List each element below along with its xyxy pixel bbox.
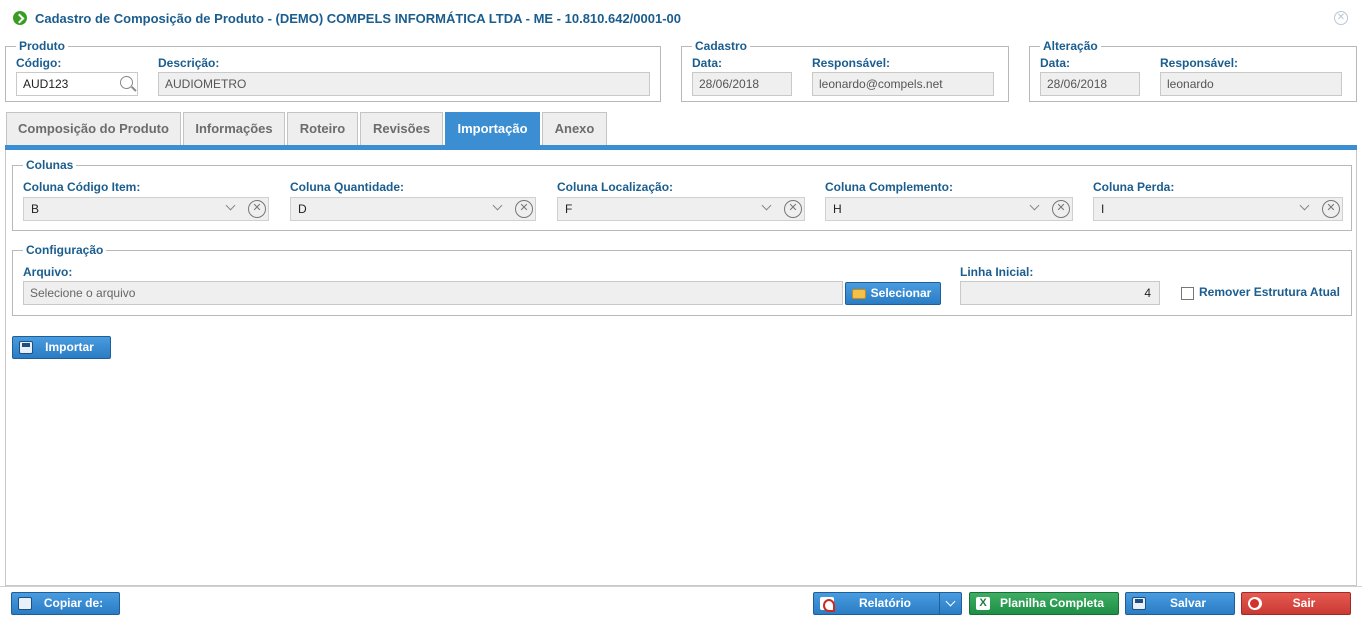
tab-importacao[interactable]: Importação bbox=[445, 112, 540, 145]
save-icon bbox=[19, 341, 33, 354]
importacao-panel: Colunas Coluna Código Item: B ✕ Coluna Q… bbox=[5, 150, 1357, 586]
tab-informacoes[interactable]: Informações bbox=[183, 112, 285, 145]
cadastro-group: Cadastro Data: 28/06/2018 Responsável: l… bbox=[681, 39, 1009, 102]
alteracao-data-label: Data: bbox=[1040, 56, 1071, 70]
coluna-complemento-select[interactable]: H ✕ bbox=[825, 197, 1073, 221]
linha-inicial-label: Linha Inicial: bbox=[960, 265, 1034, 279]
chevron-down-icon[interactable] bbox=[1029, 200, 1040, 211]
codigo-input[interactable]: AUD123 bbox=[16, 72, 138, 96]
copy-icon bbox=[18, 597, 32, 610]
planilha-completa-label: Planilha Completa bbox=[999, 596, 1105, 610]
clear-icon[interactable]: ✕ bbox=[248, 200, 266, 218]
window-titlebar: Cadastro de Composição de Produto - (DEM… bbox=[0, 0, 1362, 36]
copiar-de-button[interactable]: Copiar de: bbox=[11, 592, 120, 615]
chevron-down-icon[interactable] bbox=[492, 200, 503, 211]
importar-label: Importar bbox=[45, 340, 94, 354]
alteracao-group: Alteração Data: 28/06/2018 Responsável: … bbox=[1029, 39, 1357, 102]
coluna-complemento-label: Coluna Complemento: bbox=[825, 180, 953, 194]
produto-group: Produto Código: AUD123 Descrição: AUDIOM… bbox=[5, 39, 661, 102]
descricao-input[interactable]: AUDIOMETRO bbox=[158, 72, 650, 96]
sair-label: Sair bbox=[1292, 596, 1316, 610]
importar-button[interactable]: Importar bbox=[12, 336, 111, 359]
coluna-localizacao-label: Coluna Localização: bbox=[557, 180, 674, 194]
descricao-label: Descrição: bbox=[158, 56, 220, 70]
linha-inicial-input[interactable]: 4 bbox=[960, 281, 1160, 305]
arquivo-input[interactable]: Selecione o arquivo bbox=[23, 281, 843, 305]
coluna-localizacao-value: F bbox=[565, 202, 573, 216]
planilha-completa-button[interactable]: Planilha Completa bbox=[969, 592, 1119, 615]
colunas-group: Colunas Coluna Código Item: B ✕ Coluna Q… bbox=[12, 158, 1352, 231]
colunas-legend: Colunas bbox=[23, 158, 77, 172]
alteracao-responsavel-label: Responsável: bbox=[1160, 56, 1239, 70]
coluna-codigo-select[interactable]: B ✕ bbox=[23, 197, 269, 221]
remover-estrutura-checkbox[interactable] bbox=[1181, 287, 1194, 300]
coluna-codigo-label: Coluna Código Item: bbox=[23, 180, 141, 194]
close-icon[interactable]: ✕ bbox=[1334, 11, 1348, 25]
configuracao-group: Configuração Arquivo: Selecione o arquiv… bbox=[12, 243, 1352, 316]
folder-icon bbox=[852, 289, 866, 299]
sair-button[interactable]: Sair bbox=[1241, 592, 1351, 615]
configuracao-legend: Configuração bbox=[23, 243, 107, 257]
exit-icon bbox=[1248, 597, 1262, 610]
alteracao-data-input[interactable]: 28/06/2018 bbox=[1040, 72, 1140, 96]
codigo-label: Código: bbox=[16, 56, 62, 70]
cadastro-responsavel-label: Responsável: bbox=[812, 56, 891, 70]
save-icon bbox=[1132, 597, 1146, 610]
window-title: Cadastro de Composição de Produto - (DEM… bbox=[35, 11, 682, 26]
chevron-down-icon[interactable] bbox=[939, 593, 961, 614]
tab-anexo[interactable]: Anexo bbox=[542, 112, 607, 145]
app-icon bbox=[13, 11, 27, 25]
chevron-down-icon[interactable] bbox=[761, 200, 772, 211]
alteracao-responsavel-input[interactable]: leonardo bbox=[1160, 72, 1342, 96]
clear-icon[interactable]: ✕ bbox=[784, 200, 802, 218]
coluna-localizacao-select[interactable]: F ✕ bbox=[557, 197, 805, 221]
search-icon[interactable] bbox=[120, 76, 133, 89]
produto-legend: Produto bbox=[16, 39, 68, 53]
selecionar-button[interactable]: Selecionar bbox=[845, 282, 941, 305]
cadastro-data-input[interactable]: 28/06/2018 bbox=[692, 72, 792, 96]
chevron-down-icon[interactable] bbox=[1299, 200, 1310, 211]
cadastro-responsavel-input[interactable]: leonardo@compels.net bbox=[812, 72, 994, 96]
codigo-value: AUD123 bbox=[23, 77, 69, 91]
tab-roteiro[interactable]: Roteiro bbox=[287, 112, 358, 145]
coluna-perda-value: I bbox=[1101, 202, 1105, 216]
coluna-codigo-value: B bbox=[31, 202, 40, 216]
clear-icon[interactable]: ✕ bbox=[515, 200, 533, 218]
excel-icon bbox=[976, 597, 990, 610]
salvar-label: Salvar bbox=[1169, 596, 1207, 610]
arquivo-label: Arquivo: bbox=[23, 265, 73, 279]
selecionar-label: Selecionar bbox=[870, 286, 932, 300]
chevron-down-icon[interactable] bbox=[225, 200, 236, 211]
relatorio-label: Relatório bbox=[858, 596, 911, 610]
coluna-perda-label: Coluna Perda: bbox=[1093, 180, 1175, 194]
coluna-quantidade-label: Coluna Quantidade: bbox=[290, 180, 404, 194]
tab-revisoes[interactable]: Revisões bbox=[360, 112, 443, 145]
cadastro-legend: Cadastro bbox=[692, 39, 751, 53]
tab-composicao[interactable]: Composição do Produto bbox=[6, 112, 181, 145]
pdf-icon bbox=[820, 597, 835, 612]
footer-divider bbox=[0, 586, 1362, 587]
copiar-de-label: Copiar de: bbox=[43, 596, 104, 610]
clear-icon[interactable]: ✕ bbox=[1052, 200, 1070, 218]
coluna-perda-select[interactable]: I ✕ bbox=[1093, 197, 1343, 221]
coluna-quantidade-value: D bbox=[298, 202, 307, 216]
coluna-complemento-value: H bbox=[833, 202, 842, 216]
salvar-button[interactable]: Salvar bbox=[1125, 592, 1235, 615]
remover-estrutura-label: Remover Estrutura Atual bbox=[1199, 285, 1340, 299]
alteracao-legend: Alteração bbox=[1040, 39, 1101, 53]
cadastro-data-label: Data: bbox=[692, 56, 723, 70]
clear-icon[interactable]: ✕ bbox=[1322, 200, 1340, 218]
relatorio-button[interactable]: Relatório bbox=[813, 592, 962, 615]
coluna-quantidade-select[interactable]: D ✕ bbox=[290, 197, 536, 221]
